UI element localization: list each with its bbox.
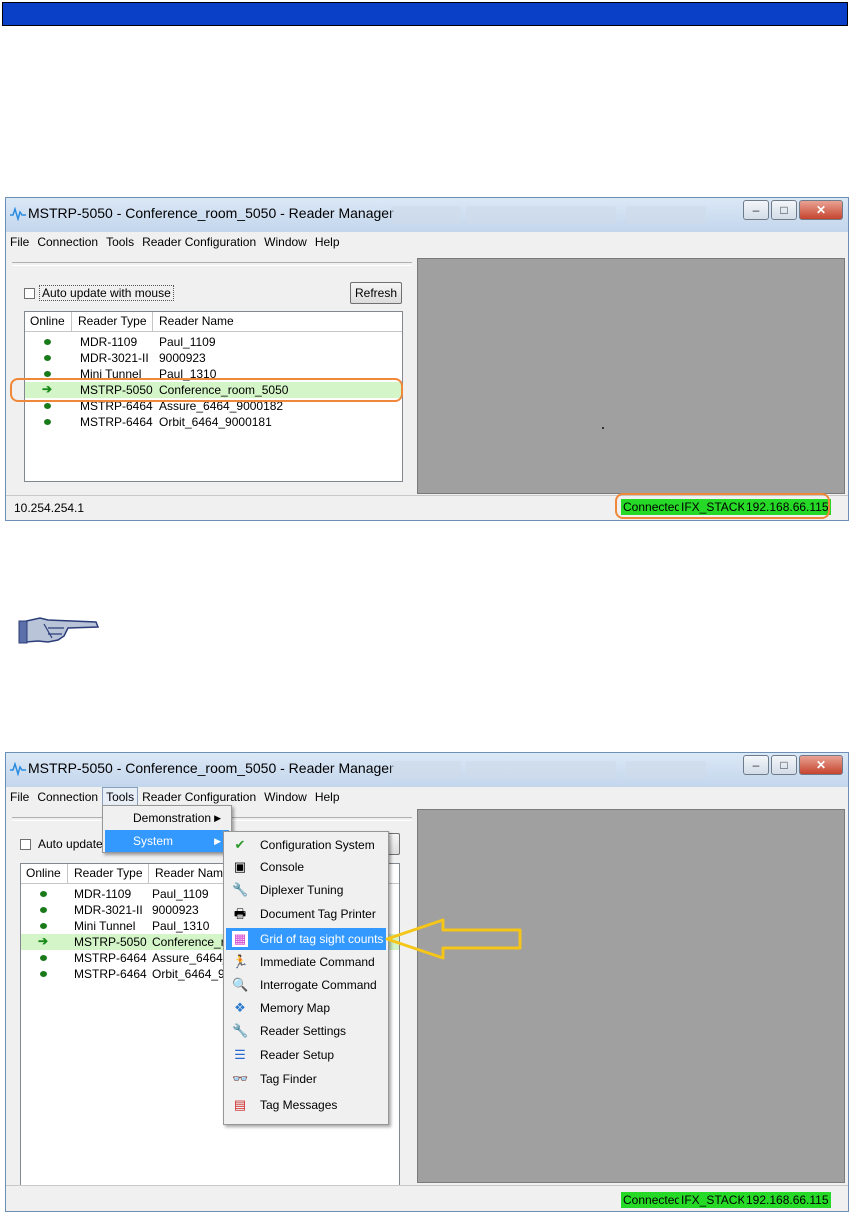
magnifier-icon: 🔍 bbox=[232, 977, 249, 992]
list-icon: ☰ bbox=[234, 1047, 246, 1062]
reader-row[interactable]: MSTRP-6464 Orbit_6464_9000181 bbox=[25, 414, 402, 430]
menu-item-document-tag-printer[interactable]: 🖶 Document Tag Printer bbox=[226, 903, 386, 925]
online-dot-icon bbox=[44, 355, 51, 361]
menu-file[interactable]: File bbox=[6, 787, 33, 807]
column-online[interactable]: Online bbox=[26, 866, 61, 880]
app-waveform-icon bbox=[10, 762, 26, 776]
menu-item-tag-messages[interactable]: ▤ Tag Messages bbox=[226, 1094, 386, 1116]
local-ip: 10.254.254.1 bbox=[14, 501, 85, 515]
column-reader-name[interactable]: Reader Name bbox=[159, 314, 234, 328]
maximize-button[interactable]: □ bbox=[771, 200, 797, 220]
column-reader-name[interactable]: Reader Name bbox=[155, 866, 230, 880]
selected-row-highlight bbox=[10, 378, 403, 402]
minimize-button[interactable]: – bbox=[743, 200, 769, 220]
menu-item-tag-finder[interactable]: 👓 Tag Finder bbox=[226, 1068, 386, 1090]
status-reader-ip: 192.168.66.115 bbox=[744, 1192, 831, 1208]
reader-row[interactable]: MDR-1109 Paul_1109 bbox=[25, 334, 402, 350]
menu-item-demonstration[interactable]: Demonstration ▶ bbox=[105, 807, 229, 829]
title-bar: MSTRP-5050 - Conference_room_5050 - Read… bbox=[6, 753, 848, 787]
auto-update-checkbox[interactable] bbox=[20, 839, 31, 850]
menu-tools-open[interactable]: Tools bbox=[102, 787, 139, 807]
menu-tools[interactable]: Tools bbox=[102, 232, 138, 252]
menu-item-console[interactable]: ▣ Console bbox=[226, 856, 386, 878]
refresh-button[interactable]: Refresh bbox=[350, 282, 402, 304]
app-waveform-icon bbox=[10, 207, 26, 221]
menu-help[interactable]: Help bbox=[311, 232, 344, 252]
configuration-icon: ✔ bbox=[234, 837, 246, 852]
close-button[interactable]: ✕ bbox=[799, 755, 843, 775]
auto-update-label: Auto update bbox=[38, 837, 103, 851]
online-dot-icon bbox=[44, 371, 51, 377]
grid-icon: ▦ bbox=[232, 931, 248, 947]
menu-item-reader-setup[interactable]: ☰ Reader Setup bbox=[226, 1044, 386, 1066]
menu-connection[interactable]: Connection bbox=[33, 787, 102, 807]
wrench-icon: 🔧 bbox=[232, 1023, 249, 1038]
content-pane bbox=[417, 258, 845, 494]
window-title: MSTRP-5050 - Conference_room_5050 - Read… bbox=[28, 760, 394, 776]
online-dot-icon bbox=[40, 955, 47, 961]
status-highlight bbox=[615, 493, 830, 519]
callout-arrow-icon bbox=[385, 918, 522, 960]
memory-map-icon: ❖ bbox=[234, 1000, 246, 1015]
menu-item-diplexer-tuning[interactable]: 🔧 Diplexer Tuning bbox=[226, 879, 386, 901]
pointing-hand-icon bbox=[18, 617, 100, 644]
column-reader-type[interactable]: Reader Type bbox=[78, 314, 147, 328]
menu-item-immediate-command[interactable]: 🏃 Immediate Command bbox=[226, 951, 386, 973]
online-dot-icon bbox=[40, 923, 47, 929]
menu-reader-configuration[interactable]: Reader Configuration bbox=[138, 232, 260, 252]
submenu-arrow-icon: ▶ bbox=[214, 813, 221, 823]
menu-item-grid-of-tag-sight-counts[interactable]: ▦ Grid of tag sight counts bbox=[226, 928, 386, 950]
menu-connection[interactable]: Connection bbox=[33, 232, 102, 252]
printer-icon: 🖶 bbox=[233, 906, 247, 921]
online-dot-icon bbox=[40, 891, 47, 897]
reader-manager-window-1: MSTRP-5050 - Conference_room_5050 - Read… bbox=[5, 197, 849, 521]
minimize-button[interactable]: – bbox=[743, 755, 769, 775]
menu-bar: File Connection Tools Reader Configuration W… bbox=[6, 232, 848, 254]
messages-icon: ▤ bbox=[233, 1097, 247, 1112]
online-dot-icon bbox=[40, 971, 47, 977]
menu-window[interactable]: Window bbox=[260, 787, 311, 807]
window-title: MSTRP-5050 - Conference_room_5050 - Read… bbox=[28, 205, 394, 221]
wrench-icon: 🔧 bbox=[232, 882, 249, 897]
auto-update-label: Auto update with mouse bbox=[39, 285, 174, 301]
column-reader-type[interactable]: Reader Type bbox=[74, 866, 143, 880]
submenu-arrow-icon: ▶ bbox=[214, 836, 221, 846]
menu-item-system[interactable]: System ▶ bbox=[105, 830, 229, 852]
title-bar: MSTRP-5050 - Conference_room_5050 - Read… bbox=[6, 198, 848, 232]
menu-reader-configuration[interactable]: Reader Configuration bbox=[138, 787, 260, 807]
online-dot-icon bbox=[44, 339, 51, 345]
maximize-button[interactable]: □ bbox=[771, 755, 797, 775]
auto-update-checkbox[interactable] bbox=[24, 288, 35, 299]
online-dot-icon bbox=[40, 907, 47, 913]
status-connected: Connected bbox=[621, 1192, 684, 1208]
menu-item-memory-map[interactable]: ❖ Memory Map bbox=[226, 997, 386, 1019]
runner-icon: 🏃 bbox=[232, 954, 249, 969]
status-stack: IFX_STACK bbox=[679, 1192, 748, 1208]
menu-item-configuration-system[interactable]: ✔ Configuration System bbox=[226, 834, 386, 856]
console-icon: ▣ bbox=[233, 859, 247, 874]
menu-window[interactable]: Window bbox=[260, 232, 311, 252]
menu-item-interrogate-command[interactable]: 🔍 Interrogate Command bbox=[226, 974, 386, 996]
online-dot-icon bbox=[44, 419, 51, 425]
column-online[interactable]: Online bbox=[30, 314, 65, 328]
content-pane bbox=[417, 809, 845, 1183]
online-dot-icon bbox=[44, 403, 51, 409]
binoculars-icon: 👓 bbox=[232, 1071, 249, 1086]
menu-item-reader-settings[interactable]: 🔧 Reader Settings bbox=[226, 1020, 386, 1042]
close-button[interactable]: ✕ bbox=[799, 200, 843, 220]
menu-file[interactable]: File bbox=[6, 232, 33, 252]
system-submenu: ✔ Configuration System ▣ Console 🔧 Diple… bbox=[223, 831, 389, 1125]
status-bar: Connected IFX_STACK 192.168.66.115 bbox=[6, 1185, 848, 1211]
menu-help[interactable]: Help bbox=[311, 787, 344, 807]
status-bar: 10.254.254.1 Connected IFX_STACK 192.168… bbox=[6, 493, 848, 520]
reader-row[interactable]: MDR-3021-II 9000923 bbox=[25, 350, 402, 366]
connected-arrow-icon: ➔ bbox=[38, 934, 49, 948]
tools-dropdown: Demonstration ▶ System ▶ bbox=[102, 805, 232, 853]
list-header: Online Reader Type Reader Name bbox=[25, 312, 402, 332]
document-header-bar bbox=[2, 2, 848, 26]
reader-manager-window-2: MSTRP-5050 - Conference_room_5050 - Read… bbox=[5, 752, 849, 1212]
